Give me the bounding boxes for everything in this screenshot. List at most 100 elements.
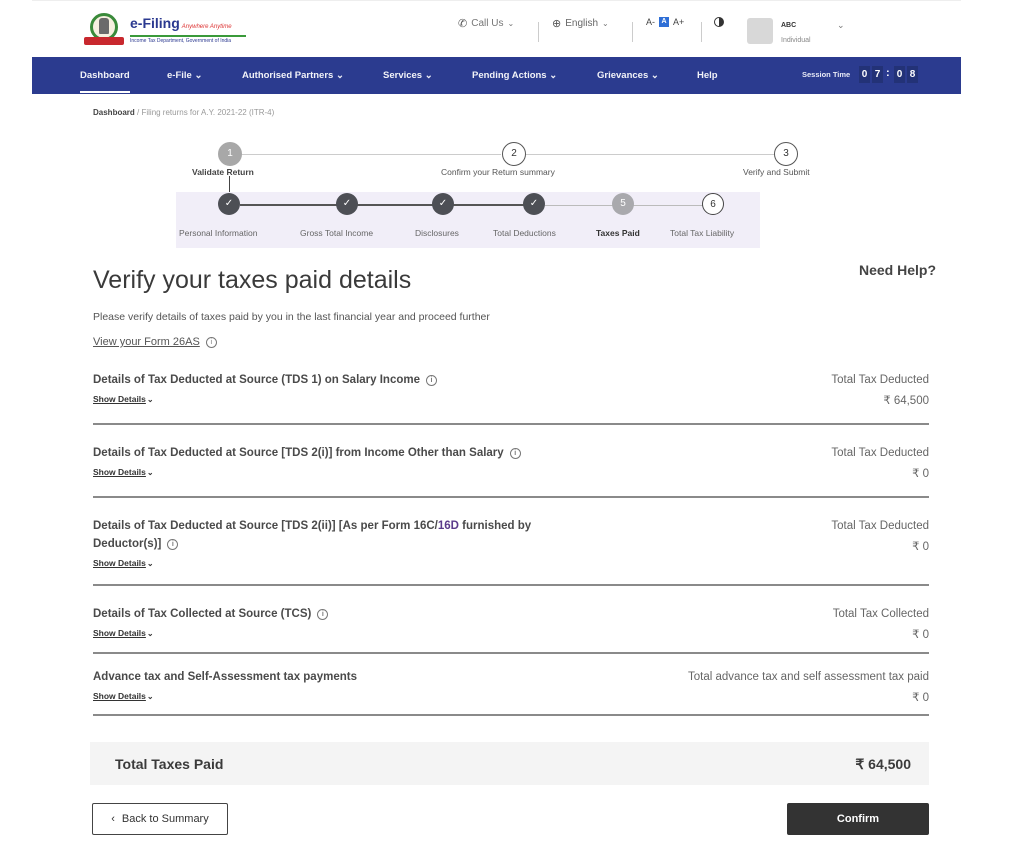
- main-nav: Dashboard e-File ⌄ Authorised Partners ⌄…: [32, 57, 961, 94]
- show-details-toggle[interactable]: Show Details⌄: [93, 691, 154, 701]
- globe-icon: ⊕: [552, 18, 562, 30]
- user-role: Individual: [781, 37, 811, 44]
- national-emblem-icon: [84, 11, 124, 47]
- language-dropdown[interactable]: ⊕ English ⌄: [552, 17, 609, 30]
- tds1-section: Details of Tax Deducted at Source (TDS 1…: [93, 371, 929, 407]
- section-total-value: ₹ 64,500: [883, 395, 929, 407]
- session-colon: :: [886, 67, 890, 79]
- header-separator: [632, 22, 633, 42]
- sub-step-label: Taxes Paid: [596, 228, 640, 238]
- tcs-section: Details of Tax Collected at Source (TCS)…: [93, 605, 929, 641]
- language-label: English: [565, 18, 599, 29]
- nav-pending-actions[interactable]: Pending Actions ⌄: [472, 70, 557, 81]
- section-title: Details of Tax Collected at Source (TCS): [93, 608, 312, 620]
- nav-grievances[interactable]: Grievances ⌄: [597, 70, 659, 81]
- call-us-dropdown[interactable]: ✆ Call Us ⌄: [458, 17, 514, 30]
- chevron-down-icon: ⌄: [146, 692, 154, 701]
- user-menu-chevron-icon[interactable]: ⌄: [837, 20, 845, 31]
- show-details-toggle[interactable]: Show Details⌄: [93, 558, 154, 568]
- show-details-toggle[interactable]: Show Details⌄: [93, 467, 154, 477]
- nav-services[interactable]: Services ⌄: [383, 70, 433, 81]
- call-us-label: Call Us: [471, 18, 504, 29]
- contrast-icon: [714, 17, 724, 27]
- stepper-connector: [229, 176, 230, 193]
- sub-stepper: [176, 192, 760, 248]
- header-separator: [538, 22, 539, 42]
- section-divider: [93, 714, 929, 716]
- info-icon[interactable]: i: [317, 609, 329, 620]
- font-normal-button[interactable]: A: [659, 17, 669, 27]
- breadcrumb: Dashboard / Filing returns for A.Y. 2021…: [93, 108, 275, 117]
- chevron-down-icon: ⌄: [146, 559, 154, 568]
- section-total-value: ₹ 0: [912, 468, 929, 480]
- section-divider: [93, 496, 929, 498]
- sub-step-total-tax-liability[interactable]: 6: [702, 193, 724, 215]
- contrast-toggle[interactable]: [714, 17, 724, 27]
- total-taxes-paid-value: ₹ 64,500: [855, 756, 911, 772]
- avatar[interactable]: [747, 18, 773, 44]
- section-total-value: ₹ 0: [912, 541, 929, 553]
- section-divider: [93, 584, 929, 586]
- font-decrease-button[interactable]: A-: [646, 17, 655, 27]
- advance-tax-section: Advance tax and Self-Assessment tax paym…: [93, 668, 929, 704]
- section-total-label: Total Tax Deducted: [831, 447, 929, 459]
- section-divider: [93, 423, 929, 425]
- logo-subtitle: Income Tax Department, Government of Ind…: [130, 34, 246, 44]
- view-form-26as-link[interactable]: View your Form 26AS i: [93, 336, 217, 348]
- chevron-down-icon: ⌄: [146, 629, 154, 638]
- breadcrumb-current: Filing returns for A.Y. 2021-22 (ITR-4): [141, 108, 275, 117]
- sub-step-taxes-paid[interactable]: 5: [612, 193, 634, 215]
- breadcrumb-dashboard[interactable]: Dashboard: [93, 108, 135, 117]
- info-icon[interactable]: i: [425, 375, 437, 386]
- chevron-down-icon: ⌄: [194, 70, 203, 81]
- show-details-toggle[interactable]: Show Details⌄: [93, 628, 154, 638]
- show-details-toggle[interactable]: Show Details⌄: [93, 394, 154, 404]
- sub-step-gross-total-income[interactable]: ✓: [336, 193, 358, 215]
- sub-step-label: Personal Information: [179, 228, 258, 238]
- section-title: Advance tax and Self-Assessment tax paym…: [93, 671, 357, 683]
- main-step-label: Verify and Submit: [743, 167, 810, 177]
- phone-icon: ✆: [458, 18, 468, 30]
- section-total-label: Total Tax Deducted: [831, 520, 929, 532]
- section-title: Details of Tax Deducted at Source [TDS 2…: [93, 520, 532, 550]
- section-total-value: ₹ 0: [912, 692, 929, 704]
- sub-step-personal-information[interactable]: ✓: [218, 193, 240, 215]
- sub-step-label: Total Deductions: [493, 228, 556, 238]
- main-step-3: 3: [774, 142, 798, 166]
- main-step-1: 1: [218, 142, 242, 166]
- section-total-value: ₹ 0: [912, 629, 929, 641]
- section-total-label: Total Tax Collected: [832, 608, 929, 620]
- main-step-label: Confirm your Return summary: [441, 167, 555, 177]
- stepper-line: [241, 154, 501, 155]
- session-digit: 7: [872, 66, 883, 83]
- confirm-button[interactable]: Confirm: [787, 803, 929, 835]
- session-time-label: Session Time: [802, 70, 851, 79]
- need-help-link[interactable]: Need Help?: [859, 262, 936, 278]
- stepper-line: [526, 154, 774, 155]
- efiling-logo[interactable]: e-Filing Anywhere Anytime Income Tax Depa…: [84, 11, 246, 47]
- header-separator: [701, 22, 702, 42]
- sub-step-total-deductions[interactable]: ✓: [523, 193, 545, 215]
- chevron-down-icon: ⌄: [507, 19, 515, 28]
- total-taxes-paid-bar: Total Taxes Paid ₹ 64,500: [90, 742, 929, 785]
- section-title: Details of Tax Deducted at Source [TDS 2…: [93, 447, 504, 459]
- info-icon[interactable]: i: [509, 448, 521, 459]
- section-divider: [93, 652, 929, 654]
- nav-help[interactable]: Help: [697, 70, 718, 81]
- section-total-label: Total advance tax and self assessment ta…: [687, 671, 929, 683]
- sub-step-disclosures[interactable]: ✓: [432, 193, 454, 215]
- session-digit: 0: [894, 66, 905, 83]
- chevron-down-icon: ⌄: [146, 468, 154, 477]
- font-increase-button[interactable]: A+: [673, 17, 684, 27]
- user-name[interactable]: ABC: [781, 22, 796, 29]
- nav-efile[interactable]: e-File ⌄: [167, 70, 202, 81]
- chevron-down-icon: ⌄: [424, 70, 433, 81]
- info-icon[interactable]: i: [205, 337, 217, 348]
- info-icon[interactable]: i: [167, 539, 179, 550]
- chevron-left-icon: ‹: [111, 813, 115, 825]
- nav-authorised-partners[interactable]: Authorised Partners ⌄: [242, 70, 344, 81]
- nav-dashboard[interactable]: Dashboard: [80, 70, 130, 93]
- sub-step-label: Gross Total Income: [300, 228, 374, 238]
- page-title: Verify your taxes paid details: [93, 266, 412, 294]
- back-to-summary-button[interactable]: ‹ Back to Summary: [92, 803, 228, 835]
